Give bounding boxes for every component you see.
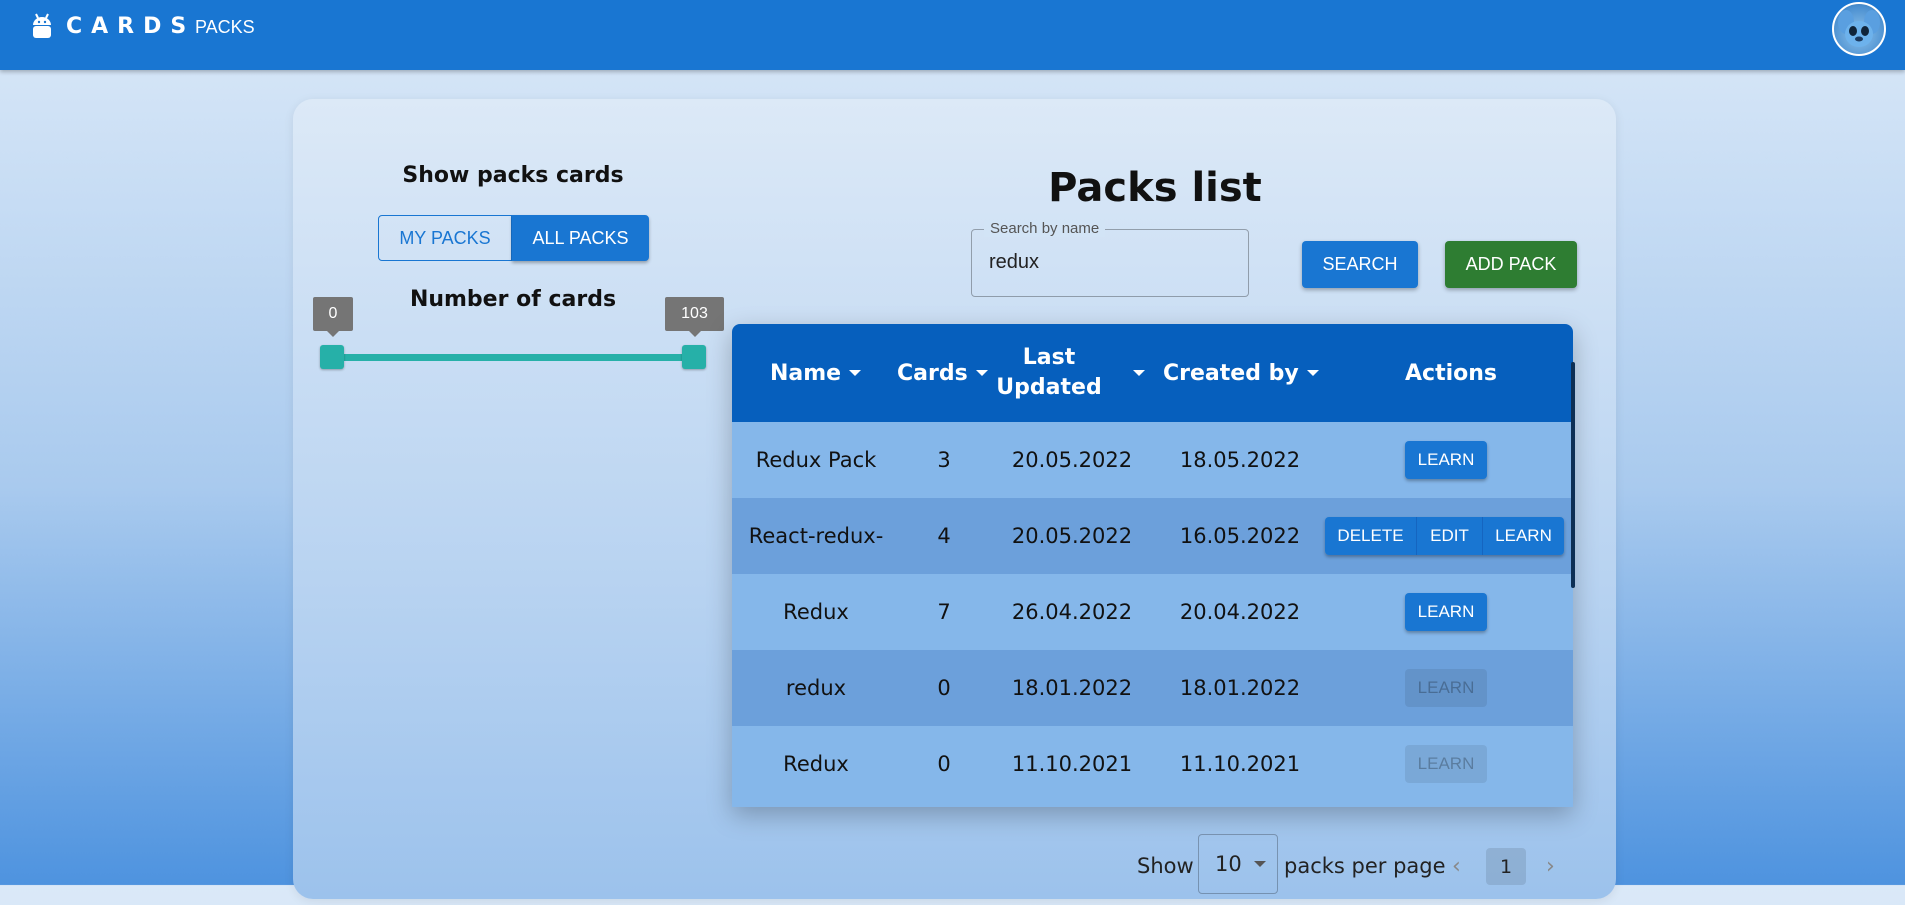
page-button-current[interactable]: 1 bbox=[1486, 848, 1526, 885]
logo-text: CARDS bbox=[66, 13, 196, 39]
column-label: Actions bbox=[1405, 360, 1497, 386]
table-row: Redux Pack 3 20.05.2022 18.05.2022 LEARN bbox=[732, 422, 1573, 498]
packs-toggle-group: MY PACKS ALL PACKS bbox=[378, 215, 649, 261]
sort-arrow-icon bbox=[1133, 370, 1145, 376]
android-icon bbox=[33, 13, 51, 38]
cell-created: 18.05.2022 bbox=[1179, 448, 1301, 472]
search-input[interactable] bbox=[989, 251, 1229, 274]
per-page-label: packs per page bbox=[1284, 854, 1446, 878]
table-row: Redux 0 11.10.2021 11.10.2021 LEARN bbox=[732, 726, 1573, 802]
cell-cards: 0 bbox=[937, 752, 951, 776]
nav-packs-link[interactable]: PACKS bbox=[195, 17, 255, 38]
cell-created: 20.04.2022 bbox=[1179, 600, 1301, 624]
page-title: Packs list bbox=[1048, 165, 1262, 211]
column-header-actions: Actions bbox=[1405, 324, 1497, 422]
column-header-cards[interactable]: Cards bbox=[897, 324, 988, 422]
cell-created: 11.10.2021 bbox=[1179, 752, 1301, 776]
learn-button[interactable]: LEARN bbox=[1405, 593, 1487, 631]
column-header-name[interactable]: Name bbox=[770, 324, 862, 422]
cell-created: 16.05.2022 bbox=[1179, 524, 1301, 548]
table-row: Redux 7 26.04.2022 20.04.2022 LEARN bbox=[732, 574, 1573, 650]
cell-updated: 20.05.2022 bbox=[1011, 448, 1133, 472]
row-actions: LEARN bbox=[1405, 726, 1487, 802]
cell-cards: 3 bbox=[937, 448, 951, 472]
cell-cards: 0 bbox=[937, 676, 951, 700]
table-row: redux 0 18.01.2022 18.01.2022 LEARN bbox=[732, 650, 1573, 726]
cell-cards: 4 bbox=[937, 524, 951, 548]
cell-name: React-redux- bbox=[748, 524, 884, 548]
slider-min-value: 0 bbox=[313, 297, 353, 337]
learn-button-disabled: LEARN bbox=[1405, 669, 1487, 707]
slider-max-value: 103 bbox=[665, 297, 724, 337]
row-actions: LEARN bbox=[1405, 650, 1487, 726]
cards-range-slider[interactable] bbox=[332, 354, 694, 361]
cell-updated: 18.01.2022 bbox=[1011, 676, 1133, 700]
row-actions: LEARN bbox=[1405, 574, 1487, 650]
logo[interactable]: CARDS bbox=[30, 12, 195, 40]
avatar-icon bbox=[1838, 10, 1880, 47]
sort-arrow-icon bbox=[1306, 370, 1319, 376]
avatar[interactable] bbox=[1832, 2, 1886, 56]
cell-updated: 26.04.2022 bbox=[1011, 600, 1133, 624]
add-pack-button[interactable]: ADD PACK bbox=[1445, 241, 1577, 288]
cell-created: 18.01.2022 bbox=[1179, 676, 1301, 700]
cell-cards: 7 bbox=[937, 600, 951, 624]
column-label: Last Updated bbox=[996, 345, 1102, 400]
table-bottom-edge bbox=[732, 802, 1573, 807]
slider-max-thumb[interactable] bbox=[682, 345, 706, 369]
row-actions: LEARN bbox=[1405, 422, 1487, 498]
my-packs-button[interactable]: MY PACKS bbox=[378, 215, 512, 261]
column-label: Name bbox=[770, 360, 842, 386]
app-bar: CARDS PACKS bbox=[0, 0, 1905, 70]
column-header-last-updated[interactable]: Last Updated bbox=[994, 324, 1104, 422]
cell-name: Redux bbox=[783, 600, 849, 624]
table-header: Name Cards Last Updated Created by Actio… bbox=[732, 324, 1573, 422]
slider-min-thumb[interactable] bbox=[320, 345, 344, 369]
edit-button[interactable]: EDIT bbox=[1417, 517, 1483, 555]
column-header-created-by[interactable]: Created by bbox=[1163, 324, 1319, 422]
cell-name: Redux Pack bbox=[755, 448, 877, 472]
cell-updated: 11.10.2021 bbox=[1011, 752, 1133, 776]
per-page-value: 10 bbox=[1215, 852, 1242, 876]
table-scrollbar[interactable] bbox=[1571, 362, 1575, 588]
show-label: Show bbox=[1137, 854, 1194, 878]
packs-table: Name Cards Last Updated Created by Actio… bbox=[732, 324, 1573, 807]
number-of-cards-title: Number of cards bbox=[409, 287, 617, 312]
search-button[interactable]: SEARCH bbox=[1302, 241, 1418, 288]
column-label: Cards bbox=[897, 360, 968, 386]
sort-arrow-icon bbox=[975, 370, 988, 376]
learn-button-disabled: LEARN bbox=[1405, 745, 1487, 783]
cell-name: Redux bbox=[783, 752, 849, 776]
learn-button[interactable]: LEARN bbox=[1483, 517, 1564, 555]
row-actions: DELETE EDIT LEARN bbox=[1325, 498, 1564, 574]
all-packs-button[interactable]: ALL PACKS bbox=[512, 215, 649, 261]
sort-arrow-icon bbox=[849, 370, 862, 376]
chevron-right-icon[interactable]: › bbox=[1546, 854, 1555, 879]
column-label: Created by bbox=[1163, 360, 1299, 386]
show-packs-title: Show packs cards bbox=[402, 163, 624, 188]
action-button-group: DELETE EDIT LEARN bbox=[1325, 517, 1564, 555]
chevron-left-icon[interactable]: ‹ bbox=[1452, 854, 1461, 879]
table-row: React-redux- 4 20.05.2022 16.05.2022 DEL… bbox=[732, 498, 1573, 574]
cell-updated: 20.05.2022 bbox=[1011, 524, 1133, 548]
per-page-select[interactable]: 10 bbox=[1198, 834, 1278, 894]
search-field[interactable]: Search by name bbox=[971, 220, 1249, 297]
learn-button[interactable]: LEARN bbox=[1405, 441, 1487, 479]
delete-button[interactable]: DELETE bbox=[1325, 517, 1417, 555]
cell-name: redux bbox=[785, 676, 847, 700]
search-label: Search by name bbox=[984, 220, 1106, 237]
chevron-down-icon bbox=[1253, 861, 1266, 867]
column-sort-updated[interactable] bbox=[1125, 324, 1145, 422]
